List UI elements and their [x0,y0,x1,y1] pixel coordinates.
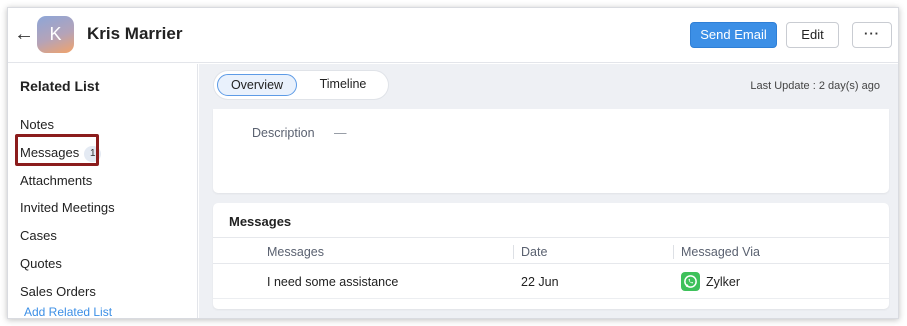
column-header-date: Date [521,245,548,259]
sidebar-item-label: Sales Orders [20,284,96,299]
column-header-messages: Messages [267,245,324,259]
tab-overview[interactable]: Overview [217,74,297,96]
tab-timeline[interactable]: Timeline [304,74,382,96]
highlight-annotation [15,134,99,166]
sidebar-item-sales-orders[interactable]: Sales Orders [20,284,96,299]
sidebar-item-label: Notes [20,117,54,132]
messages-section-title: Messages [229,214,292,229]
description-value: — [334,126,347,140]
main-content: Overview Timeline Last Update : 2 day(s)… [199,64,898,318]
messages-card: Messages Messages Date Messaged Via I ne… [213,203,889,309]
messages-table-header: Messages Date Messaged Via [213,237,889,264]
column-divider [513,245,514,259]
sidebar-item-cases[interactable]: Cases [20,228,57,243]
sidebar-title: Related List [20,78,100,94]
table-row[interactable]: I need some assistance 22 Jun Zylker [213,265,889,299]
record-window: ← K Kris Marrier Send Email Edit ··· Rel… [7,7,899,319]
sidebar-item-label: Attachments [20,173,93,188]
whatsapp-icon [681,272,700,291]
description-label: Description [252,126,315,140]
messaged-via-channel: Zylker [706,275,741,289]
column-divider [673,245,674,259]
back-arrow-icon[interactable]: ← [14,23,34,45]
message-text: I need some assistance [267,275,399,289]
record-header: ← K Kris Marrier Send Email Edit ··· [8,8,898,63]
add-related-list-link[interactable]: Add Related List [24,305,112,318]
last-update-text: Last Update : 2 day(s) ago [750,80,880,92]
sidebar-item-label: Quotes [20,256,62,271]
content-topbar: Overview Timeline Last Update : 2 day(s)… [199,64,898,109]
sidebar-item-label: Cases [20,228,57,243]
avatar: K [37,16,74,53]
sidebar-item-notes[interactable]: Notes [20,117,54,132]
more-options-button[interactable]: ··· [852,22,892,48]
send-email-button[interactable]: Send Email [690,22,777,48]
sidebar-item-quotes[interactable]: Quotes [20,256,62,271]
sidebar-item-label: Invited Meetings [20,200,115,215]
column-header-messaged-via: Messaged Via [681,245,760,259]
message-date: 22 Jun [521,275,559,289]
sidebar-item-invited-meetings[interactable]: Invited Meetings [20,200,115,215]
related-list-sidebar: Related List Notes Messages 1 Attachments… [8,64,198,318]
contact-name: Kris Marrier [87,24,183,43]
sidebar-item-attachments[interactable]: Attachments [20,173,92,188]
edit-button[interactable]: Edit [786,22,839,48]
view-tabs: Overview Timeline [214,71,388,99]
description-card: Description — [213,109,889,193]
